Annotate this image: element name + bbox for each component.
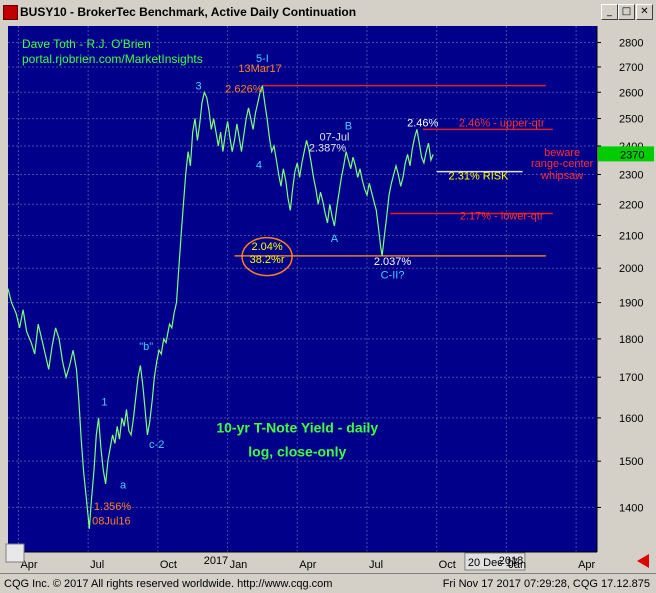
x-tick-label: Oct <box>160 559 177 571</box>
y-tick-label: 2000 <box>619 263 643 275</box>
plot-background <box>8 26 597 552</box>
chart-subtitle: log, close-only <box>248 444 346 460</box>
y-tick-label: 1500 <box>619 456 643 468</box>
x-tick-label: Oct <box>439 559 456 571</box>
y-tick-label: 1800 <box>619 334 643 346</box>
credit-line-1: Dave Toth - R.J. O'Brien <box>22 37 151 51</box>
annotation-label: range-center <box>531 158 594 170</box>
x-tick-label: Jan <box>508 559 526 571</box>
chart-window: BUSY10 - BrokerTec Benchmark, Active Dai… <box>0 0 656 593</box>
last-value-label: 2370 <box>620 149 644 161</box>
annotation-label: 2.387% <box>309 143 347 155</box>
y-tick-label: 1400 <box>619 502 643 514</box>
y-tick-label: 2700 <box>619 62 643 74</box>
y-tick-label: 2300 <box>619 169 643 181</box>
y-tick-label: 2500 <box>619 114 643 126</box>
y-tick-label: 1900 <box>619 298 643 310</box>
chart-title: 10-yr T-Note Yield - daily <box>216 420 378 436</box>
annotation-label: A <box>331 233 339 245</box>
annotation-label: 2.04% <box>251 241 282 253</box>
y-tick-label: 2600 <box>619 87 643 99</box>
x-tick-label: Jul <box>90 559 104 571</box>
window-title: BUSY10 - BrokerTec Benchmark, Active Dai… <box>20 5 357 19</box>
y-tick-label: 1600 <box>619 413 643 425</box>
annotation-label: a <box>120 480 127 492</box>
annotation-label: C-II? <box>381 269 405 281</box>
annotation-label: 2.037% <box>374 256 412 268</box>
annotation-label: 08Jul16 <box>92 515 131 527</box>
annotation-label: beware <box>544 147 580 159</box>
annotation-label: 2.626% <box>225 83 263 95</box>
bottom-left-widget <box>5 543 25 563</box>
status-bar: CQG Inc. © 2017 All rights reserved worl… <box>0 573 656 593</box>
annotation-label: c-2 <box>149 439 164 451</box>
y-tick-label: 2200 <box>619 199 643 211</box>
credit-line-2: portal.rjobrien.com/MarketInsights <box>22 52 203 66</box>
app-icon <box>3 5 18 20</box>
annotation-label: 4 <box>256 160 262 172</box>
annotation-label: 3 <box>195 81 201 93</box>
title-bar[interactable]: BUSY10 - BrokerTec Benchmark, Active Dai… <box>0 0 656 27</box>
annotation-label: 2.17% - lower-qtr <box>460 211 544 223</box>
annotation-label: 1 <box>101 396 107 408</box>
x-tick-label: Apr <box>578 559 595 571</box>
maximize-button[interactable]: □ <box>618 4 635 20</box>
x-year-label: 2017 <box>204 555 228 567</box>
annotation-label: whipsaw <box>540 170 583 182</box>
y-tick-label: 2800 <box>619 38 643 50</box>
x-tick-label: Apr <box>299 559 316 571</box>
x-tick-label: Jan <box>230 559 248 571</box>
minimize-button[interactable]: _ <box>601 4 618 20</box>
annotation-label: 2.46% - upper-qtr <box>459 118 545 130</box>
copyright-text: CQG Inc. © 2017 All rights reserved worl… <box>4 578 333 590</box>
annotation-label: 2.46% <box>407 118 438 130</box>
annotation-label: "b" <box>139 341 153 353</box>
y-tick-label: 2100 <box>619 231 643 243</box>
annotation-label: 13Mar17 <box>238 63 281 75</box>
annotation-label: 38.2%r <box>250 254 285 266</box>
close-button[interactable]: ✕ <box>636 4 653 20</box>
annotation-label: 1.356% <box>94 501 132 513</box>
timestamp-text: Fri Nov 17 2017 07:29:28, CQG 17.12.875 <box>442 578 650 590</box>
x-tick-label: Jul <box>369 559 383 571</box>
annotation-label: 2.31% RISK <box>449 170 510 182</box>
y-tick-label: 1700 <box>619 372 643 384</box>
plot-area[interactable]: 1400 1500 1600 1700 1800 1900 2000 2100 2200 2300… <box>0 26 656 572</box>
chart-svg: 1400 1500 1600 1700 1800 1900 2000 2100 2200 2300… <box>0 26 656 572</box>
